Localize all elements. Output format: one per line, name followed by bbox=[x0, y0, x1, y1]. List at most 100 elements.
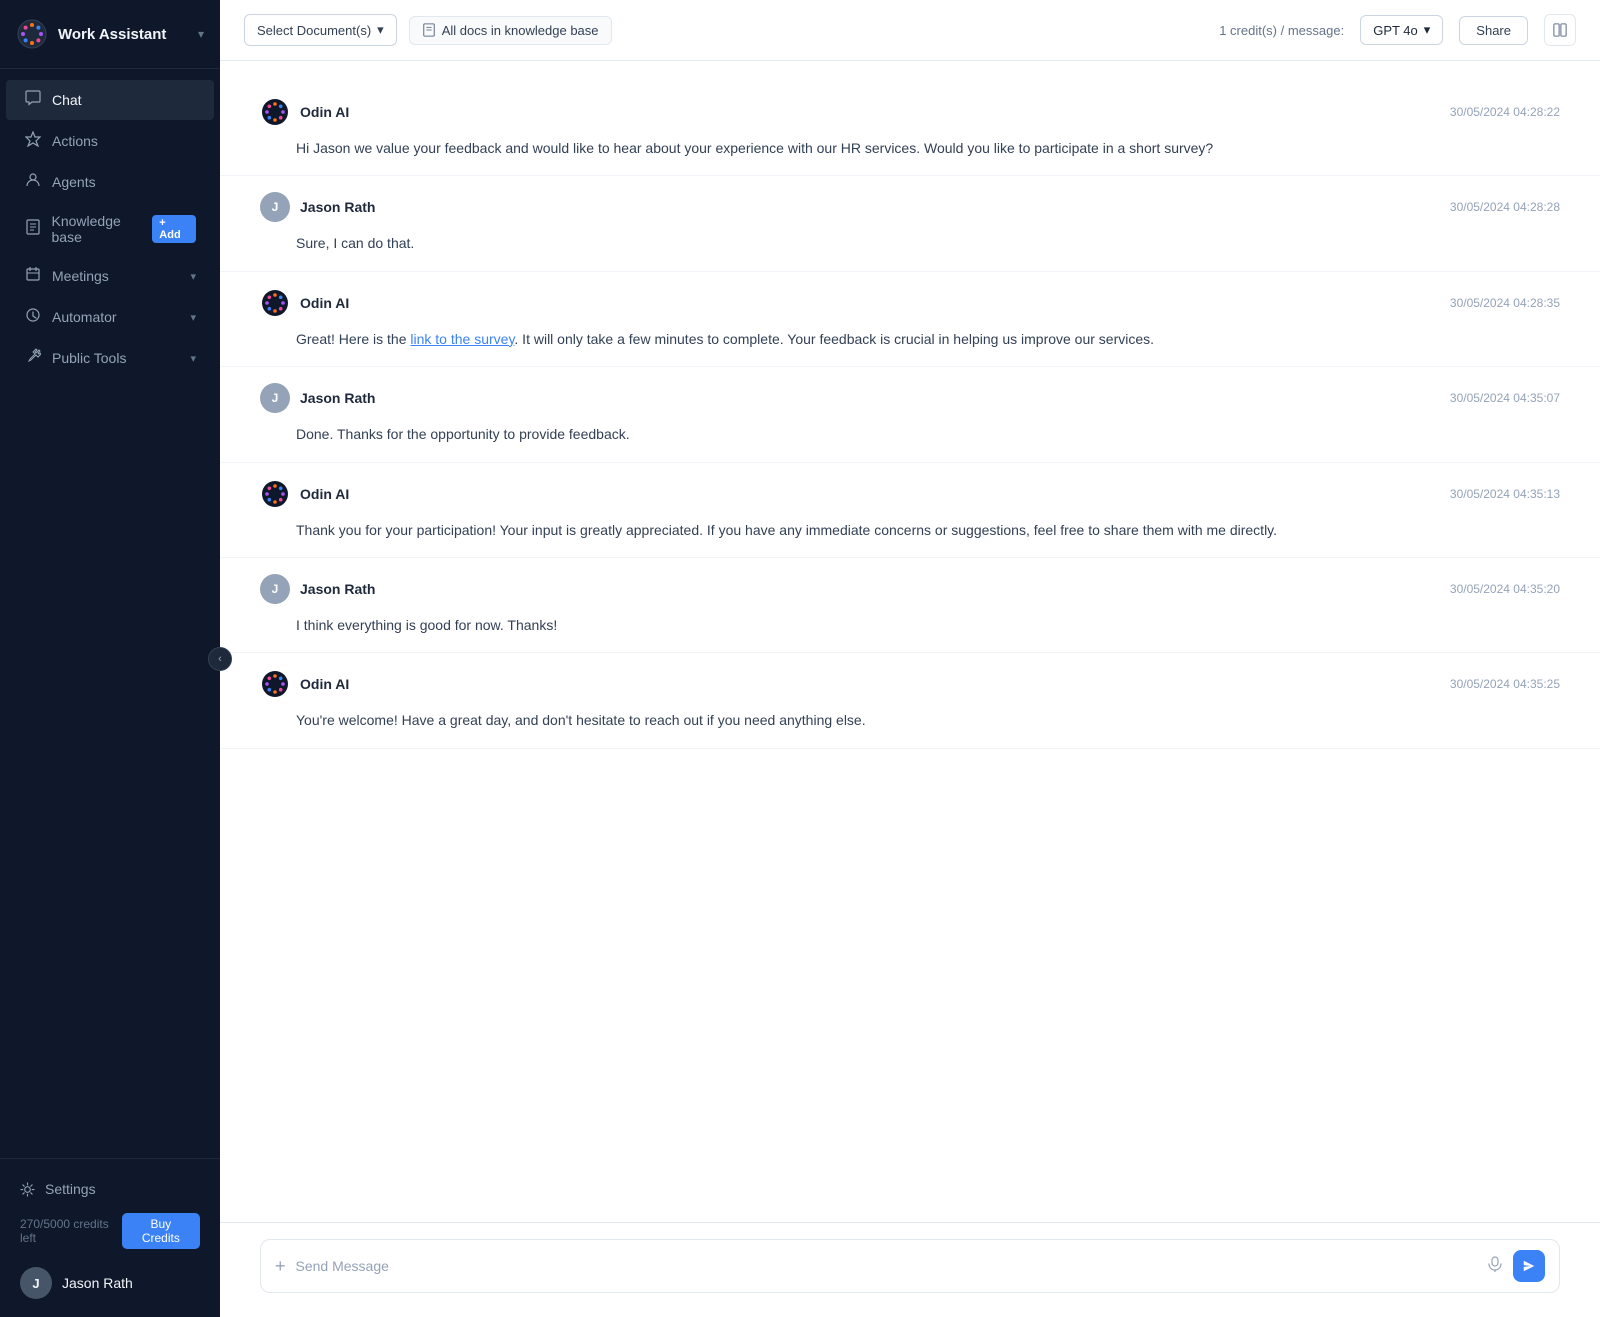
sidebar-item-automator[interactable]: Automator ▾ bbox=[6, 297, 214, 337]
message-block-7: Odin AI 30/05/2024 04:35:25 You're welco… bbox=[220, 653, 1600, 748]
sidebar-meetings-label: Meetings bbox=[52, 268, 109, 284]
user-avatar-sm-2: J bbox=[260, 192, 290, 222]
meetings-chevron: ▾ bbox=[190, 270, 196, 283]
automator-chevron: ▾ bbox=[190, 311, 196, 324]
app-logo-icon bbox=[16, 18, 48, 50]
sidebar-collapse-chevron[interactable]: ▾ bbox=[198, 27, 204, 41]
settings-icon bbox=[20, 1182, 35, 1197]
sidebar: Work Assistant ▾ Chat Actions bbox=[0, 0, 220, 1317]
message-time-4: 30/05/2024 04:35:07 bbox=[1450, 391, 1560, 405]
message-sender-3: Odin AI bbox=[260, 288, 349, 318]
message-sender-5: Odin AI bbox=[260, 479, 349, 509]
sender-name-2: Jason Rath bbox=[300, 199, 375, 215]
credits-row: 270/5000 credits left Buy Credits bbox=[16, 1205, 204, 1257]
sidebar-logo-area: Work Assistant bbox=[16, 18, 166, 50]
credits-info-label: 1 credit(s) / message: bbox=[1219, 23, 1344, 38]
message-header-3: Odin AI 30/05/2024 04:28:35 bbox=[260, 288, 1560, 318]
odin-ai-logo-icon-7 bbox=[260, 669, 290, 699]
sidebar-footer: Settings 270/5000 credits left Buy Credi… bbox=[0, 1158, 220, 1317]
user-avatar-sm-4: J bbox=[260, 383, 290, 413]
input-area: + bbox=[220, 1222, 1600, 1317]
sidebar-actions-label: Actions bbox=[52, 133, 98, 149]
app-title: Work Assistant bbox=[58, 26, 166, 43]
sidebar-item-public-tools[interactable]: Public Tools ▾ bbox=[6, 338, 214, 378]
user-name: Jason Rath bbox=[62, 1275, 133, 1291]
sidebar-chat-label: Chat bbox=[52, 92, 82, 108]
sidebar-collapse-button[interactable]: ‹ bbox=[208, 647, 232, 671]
message-header-7: Odin AI 30/05/2024 04:35:25 bbox=[260, 669, 1560, 699]
share-button[interactable]: Share bbox=[1459, 16, 1528, 45]
knowledge-base-add-badge[interactable]: + Add bbox=[152, 215, 196, 243]
send-icon bbox=[1522, 1259, 1536, 1273]
message-block-3: Odin AI 30/05/2024 04:28:35 Great! Here … bbox=[220, 272, 1600, 367]
mic-icon bbox=[1487, 1256, 1503, 1272]
sidebar-item-knowledge-base[interactable]: Knowledge base + Add bbox=[6, 203, 214, 255]
send-button[interactable] bbox=[1513, 1250, 1545, 1282]
user-profile-row[interactable]: J Jason Rath bbox=[16, 1257, 204, 1303]
sidebar-item-actions[interactable]: Actions bbox=[6, 121, 214, 161]
microphone-button[interactable] bbox=[1487, 1256, 1503, 1277]
automator-icon bbox=[24, 307, 42, 327]
attach-button[interactable]: + bbox=[275, 1257, 286, 1275]
message-body-3: Great! Here is the link to the survey. I… bbox=[260, 328, 1560, 350]
message-block-2: J Jason Rath 30/05/2024 04:28:28 Sure, I… bbox=[220, 176, 1600, 271]
message-body-6: I think everything is good for now. Than… bbox=[260, 614, 1560, 636]
user-avatar: J bbox=[20, 1267, 52, 1299]
public-tools-icon bbox=[24, 348, 42, 368]
sender-name-6: Jason Rath bbox=[300, 581, 375, 597]
message-header-5: Odin AI 30/05/2024 04:35:13 bbox=[260, 479, 1560, 509]
sidebar-agents-label: Agents bbox=[52, 174, 96, 190]
message-sender-1: Odin AI bbox=[260, 97, 349, 127]
message-block-4: J Jason Rath 30/05/2024 04:35:07 Done. T… bbox=[220, 367, 1600, 462]
docs-badge: All docs in knowledge base bbox=[409, 16, 612, 45]
sidebar-item-meetings[interactable]: Meetings ▾ bbox=[6, 256, 214, 296]
message-header-6: J Jason Rath 30/05/2024 04:35:20 bbox=[260, 574, 1560, 604]
message-time-7: 30/05/2024 04:35:25 bbox=[1450, 677, 1560, 691]
message-block-1: Odin AI 30/05/2024 04:28:22 Hi Jason we … bbox=[220, 81, 1600, 176]
select-documents-button[interactable]: Select Document(s) ▾ bbox=[244, 14, 397, 46]
message-sender-2: J Jason Rath bbox=[260, 192, 375, 222]
actions-icon bbox=[24, 131, 42, 151]
layout-toggle-button[interactable] bbox=[1544, 14, 1576, 46]
topbar: Select Document(s) ▾ All docs in knowled… bbox=[220, 0, 1600, 61]
message-body-2: Sure, I can do that. bbox=[260, 232, 1560, 254]
credits-text: 270/5000 credits left bbox=[20, 1217, 122, 1245]
odin-ai-logo-icon-5 bbox=[260, 479, 290, 509]
chat-area: Odin AI 30/05/2024 04:28:22 Hi Jason we … bbox=[220, 61, 1600, 1222]
docs-icon bbox=[422, 23, 436, 37]
sender-name-7: Odin AI bbox=[300, 676, 349, 692]
message-block-5: Odin AI 30/05/2024 04:35:13 Thank you fo… bbox=[220, 463, 1600, 558]
message-input[interactable] bbox=[296, 1258, 1477, 1274]
model-chevron-icon: ▾ bbox=[1424, 22, 1431, 38]
message-body-5: Thank you for your participation! Your i… bbox=[260, 519, 1560, 541]
user-avatar-sm-6: J bbox=[260, 574, 290, 604]
survey-link[interactable]: link to the survey bbox=[410, 331, 514, 347]
main-panel: Select Document(s) ▾ All docs in knowled… bbox=[220, 0, 1600, 1317]
message-time-3: 30/05/2024 04:28:35 bbox=[1450, 296, 1560, 310]
sender-name-4: Jason Rath bbox=[300, 390, 375, 406]
model-selector-button[interactable]: GPT 4o ▾ bbox=[1360, 15, 1443, 45]
public-tools-chevron: ▾ bbox=[190, 352, 196, 365]
message-header-4: J Jason Rath 30/05/2024 04:35:07 bbox=[260, 383, 1560, 413]
sender-name-3: Odin AI bbox=[300, 295, 349, 311]
layout-icon bbox=[1553, 23, 1567, 37]
sidebar-public-tools-label: Public Tools bbox=[52, 350, 126, 366]
message-time-6: 30/05/2024 04:35:20 bbox=[1450, 582, 1560, 596]
sidebar-item-chat[interactable]: Chat bbox=[6, 80, 214, 120]
sidebar-knowledge-base-label: Knowledge base bbox=[52, 213, 153, 245]
agents-icon bbox=[24, 172, 42, 192]
message-time-2: 30/05/2024 04:28:28 bbox=[1450, 200, 1560, 214]
settings-label: Settings bbox=[45, 1181, 96, 1197]
settings-item[interactable]: Settings bbox=[16, 1173, 204, 1205]
odin-ai-logo-icon bbox=[260, 97, 290, 127]
model-label: GPT 4o bbox=[1373, 23, 1418, 38]
buy-credits-button[interactable]: Buy Credits bbox=[122, 1213, 200, 1249]
sidebar-item-agents[interactable]: Agents bbox=[6, 162, 214, 202]
message-body-7: You're welcome! Have a great day, and do… bbox=[260, 709, 1560, 731]
chat-icon bbox=[24, 90, 42, 110]
topbar-left: Select Document(s) ▾ All docs in knowled… bbox=[244, 14, 612, 46]
select-docs-label: Select Document(s) bbox=[257, 23, 371, 38]
topbar-right: 1 credit(s) / message: GPT 4o ▾ Share bbox=[1219, 14, 1576, 46]
message-body-1: Hi Jason we value your feedback and woul… bbox=[260, 137, 1560, 159]
message-input-box: + bbox=[260, 1239, 1560, 1293]
